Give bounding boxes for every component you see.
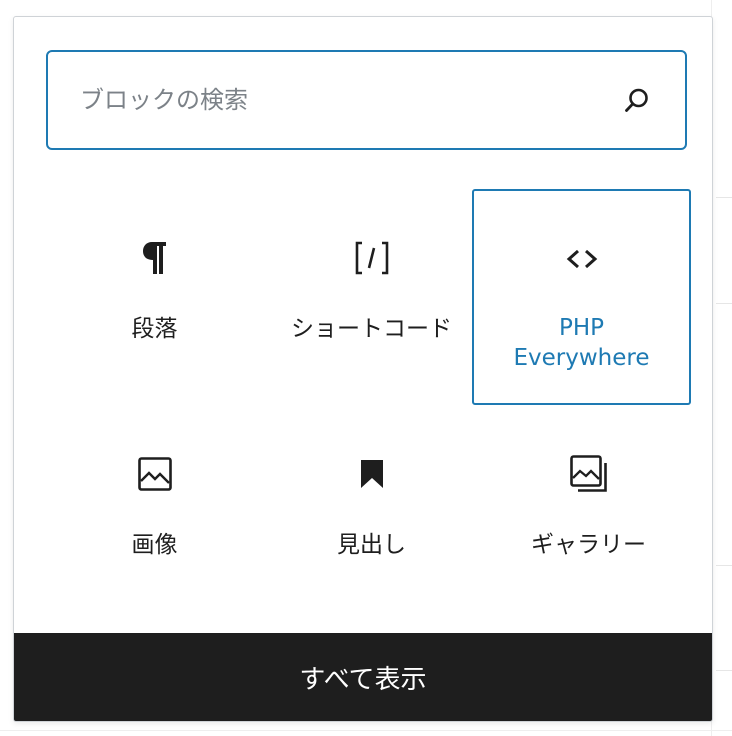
block-item-php-everywhere[interactable]: PHP Everywhere <box>472 189 691 405</box>
block-item-label: ショートコード <box>291 316 452 342</box>
gallery-icon <box>569 454 609 494</box>
block-item-label: ギャラリー <box>531 532 646 558</box>
block-item-label: PHP Everywhere <box>513 315 650 371</box>
show-all-button[interactable]: すべて表示 <box>14 633 712 721</box>
background-divider <box>716 303 732 304</box>
block-item-gallery[interactable]: ギャラリー <box>480 405 697 619</box>
block-item-image[interactable]: 画像 <box>46 405 263 619</box>
paragraph-icon <box>135 238 175 278</box>
code-icon <box>562 239 602 279</box>
block-item-shortcode[interactable]: ショートコード <box>263 189 480 403</box>
shortcode-icon <box>352 238 392 278</box>
block-search-box[interactable] <box>46 50 687 150</box>
block-item-label: 見出し <box>337 532 406 558</box>
block-inserter-popover: 段落 ショートコード <box>13 16 713 722</box>
block-item-paragraph[interactable]: 段落 <box>46 189 263 403</box>
editor-page: 段落 ショートコード <box>0 0 732 736</box>
background-divider <box>0 730 732 731</box>
background-divider <box>716 670 732 671</box>
image-icon <box>135 454 175 494</box>
background-divider <box>716 197 732 198</box>
block-search-input[interactable] <box>80 52 600 148</box>
background-divider <box>716 565 732 566</box>
block-item-heading[interactable]: 見出し <box>263 405 480 619</box>
search-icon[interactable] <box>623 86 651 114</box>
block-item-label: 画像 <box>131 532 178 558</box>
block-item-label: 段落 <box>131 316 178 342</box>
bookmark-icon <box>352 454 392 494</box>
